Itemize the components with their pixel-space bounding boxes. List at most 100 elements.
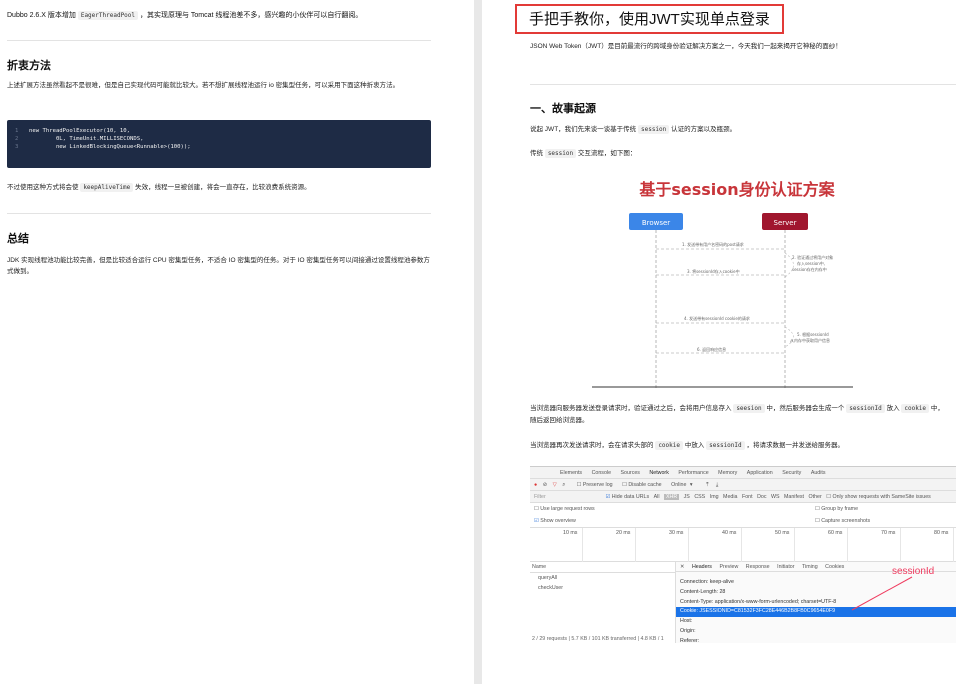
- status-bar: 2 / 29 requests | 5.7 KB / 101 KB transf…: [532, 636, 664, 642]
- preserve-log-checkbox[interactable]: ☐ Preserve log: [577, 482, 613, 488]
- capture-screenshots-checkbox[interactable]: ☐ Capture screenshots: [815, 518, 870, 524]
- show-overview-label: Show overview: [540, 518, 576, 524]
- p2-suffix: 交互流程，如下图：: [577, 150, 637, 157]
- code-text: 0L, TimeUnit.MILLISECONDS,: [29, 136, 144, 143]
- timeline-tick: 30 ms: [669, 530, 684, 536]
- timeline-gridline: [794, 528, 795, 562]
- options-row-1: ☐ Use large request rows ☐ Group by fram…: [530, 504, 956, 516]
- request-list: Name queryAll checkUser 2 / 29 requests …: [530, 562, 676, 643]
- intro-prefix: Dubbo 2.6.X 版本增加: [7, 12, 76, 19]
- p2-prefix: 传统: [530, 150, 543, 157]
- code-line: 3 new LinkedBlockingQueue<Runnable>(100)…: [15, 143, 423, 151]
- intro-text: Dubbo 2.6.X 版本增加 EagerThreadPool ，其实现原理与…: [7, 10, 362, 20]
- p1-code: session: [637, 125, 670, 134]
- p3-b: 中，然后服务器会生成一个: [766, 405, 845, 412]
- disable-cache-label: Disable cache: [628, 482, 662, 488]
- header-referer: Referer:: [680, 637, 700, 644]
- section1-paragraph: 上述扩展方法虽然看起不是很难，但是自己实现代码可能就比较大。若不想扩展线程池运行…: [7, 82, 400, 89]
- filter-icon[interactable]: ▽: [553, 482, 557, 488]
- code-text: new LinkedBlockingQueue<Runnable>(100));: [29, 144, 191, 151]
- tab-application[interactable]: Application: [747, 470, 773, 476]
- p4-code1: cookie: [655, 441, 683, 450]
- chevron-down-icon: ▾: [689, 482, 693, 488]
- filter-all[interactable]: All: [654, 494, 660, 500]
- show-overview-checkbox[interactable]: ☑: [534, 518, 539, 524]
- paragraph-3: 当浏览器向服务器发送登录请求时，验证通过之后，会将用户信息存入 seesion …: [530, 403, 950, 426]
- large-rows-checkbox[interactable]: ☐: [534, 506, 539, 512]
- section2-paragraph: JDK 实现线程池功能比较完善，但是比较适合运行 CPU 密集型任务，不适合 I…: [7, 257, 430, 276]
- code-line: 1 new ThreadPoolExecutor(10, 10,: [15, 127, 423, 135]
- close-icon[interactable]: ✕: [680, 564, 684, 570]
- filter-doc[interactable]: Doc: [757, 494, 766, 500]
- disable-cache-checkbox[interactable]: ☐ Disable cache: [622, 482, 662, 488]
- filter-ws[interactable]: WS: [771, 494, 780, 500]
- name-column-header[interactable]: Name: [530, 562, 675, 573]
- timeline-gridline: [582, 528, 583, 562]
- timeline-gridline: [900, 528, 901, 562]
- code-block: 1 new ThreadPoolExecutor(10, 10, 2 0L, Tim…: [7, 120, 431, 168]
- timeline-overview[interactable]: 10 ms 20 ms 30 ms 40 ms 50 ms 60 ms 70 ms 80 ms: [530, 528, 956, 562]
- p3-c: 放入: [886, 405, 900, 412]
- tab-preview[interactable]: Preview: [719, 564, 738, 570]
- step-6: 6. 返回响应信息: [697, 346, 726, 352]
- request-row[interactable]: queryAll: [530, 573, 675, 583]
- code-line: 2 0L, TimeUnit.MILLISECONDS,: [15, 135, 423, 143]
- p3-code1: seesion: [733, 404, 765, 413]
- code-text: new ThreadPoolExecutor(10, 10,: [29, 128, 131, 134]
- timeline-tick: 20 ms: [616, 530, 631, 536]
- tab-security[interactable]: Security: [782, 470, 801, 476]
- line-number: 3: [15, 144, 19, 151]
- clear-icon[interactable]: ⊘: [543, 482, 547, 488]
- tab-performance[interactable]: Performance: [678, 470, 708, 476]
- header-origin: Origin:: [680, 627, 696, 634]
- tab-cookies[interactable]: Cookies: [825, 564, 844, 570]
- tab-elements[interactable]: Elements: [560, 470, 582, 476]
- tab-response[interactable]: Response: [746, 564, 770, 570]
- filter-font[interactable]: Font: [742, 494, 753, 500]
- browser-label: Browser: [642, 219, 670, 227]
- step-2: 2. 验证通过将用户对象 存入session中, session存在内存中: [792, 254, 834, 272]
- tab-headers[interactable]: Headers: [692, 564, 712, 570]
- tab-console[interactable]: Console: [592, 470, 611, 476]
- filter-input[interactable]: Filter: [534, 494, 604, 500]
- upload-icon[interactable]: ⤒: [706, 482, 708, 488]
- line-number: 1: [15, 128, 19, 134]
- section-title-origin: 一、故事起源: [530, 103, 596, 115]
- filter-other[interactable]: Other: [809, 494, 822, 500]
- large-rows-label: Use large request rows: [540, 506, 595, 512]
- step-5: 5. 根据sessionId 从内存中获取用户信息: [790, 331, 830, 343]
- filter-img[interactable]: Img: [710, 494, 719, 500]
- tab-memory[interactable]: Memory: [718, 470, 737, 476]
- record-icon[interactable]: ●: [534, 482, 537, 488]
- p3-code2: sessionId: [846, 404, 885, 413]
- samesite-checkbox[interactable]: ☐: [826, 494, 831, 500]
- filter-xhr[interactable]: XHR: [663, 494, 680, 500]
- search-icon[interactable]: ⌕: [562, 482, 565, 488]
- filter-media[interactable]: Media: [723, 494, 737, 500]
- filter-js[interactable]: JS: [684, 494, 690, 500]
- after-code-suffix: 失效，线程一旦被创建，将会一直存在，比较浪费系统资源。: [135, 184, 311, 191]
- throttling-select[interactable]: Online: [671, 482, 686, 488]
- section-title-compromise: 折衷方法: [7, 60, 51, 72]
- tab-audits[interactable]: Audits: [811, 470, 826, 476]
- request-row[interactable]: checkUser: [530, 583, 675, 593]
- tab-timing[interactable]: Timing: [802, 564, 818, 570]
- download-icon[interactable]: ⤓: [716, 482, 718, 488]
- intro-code: EagerThreadPool: [77, 11, 139, 20]
- p4-a: 当浏览器再次发送请求时，会在请求头部的: [530, 442, 654, 449]
- timeline-tick: 10 ms: [563, 530, 578, 536]
- hide-data-urls-checkbox[interactable]: ☑: [605, 494, 610, 500]
- tab-initiator[interactable]: Initiator: [777, 564, 794, 570]
- filter-css[interactable]: CSS: [694, 494, 705, 500]
- filter-manifest[interactable]: Manifest: [784, 494, 804, 500]
- options-row-2: ☑ Show overview ☐ Capture screenshots: [530, 516, 956, 528]
- group-by-frame-checkbox[interactable]: ☐ Group by frame: [815, 506, 858, 512]
- timeline-tick: 40 ms: [722, 530, 737, 536]
- diagram-title: 基于session身份认证方案: [638, 180, 835, 199]
- timeline-gridline: [635, 528, 636, 562]
- p4-b: 中放入: [684, 442, 705, 449]
- tab-sources[interactable]: Sources: [621, 470, 640, 476]
- timeline-gridline: [847, 528, 848, 562]
- timeline-gridline: [953, 528, 954, 562]
- tab-network[interactable]: Network: [649, 470, 668, 476]
